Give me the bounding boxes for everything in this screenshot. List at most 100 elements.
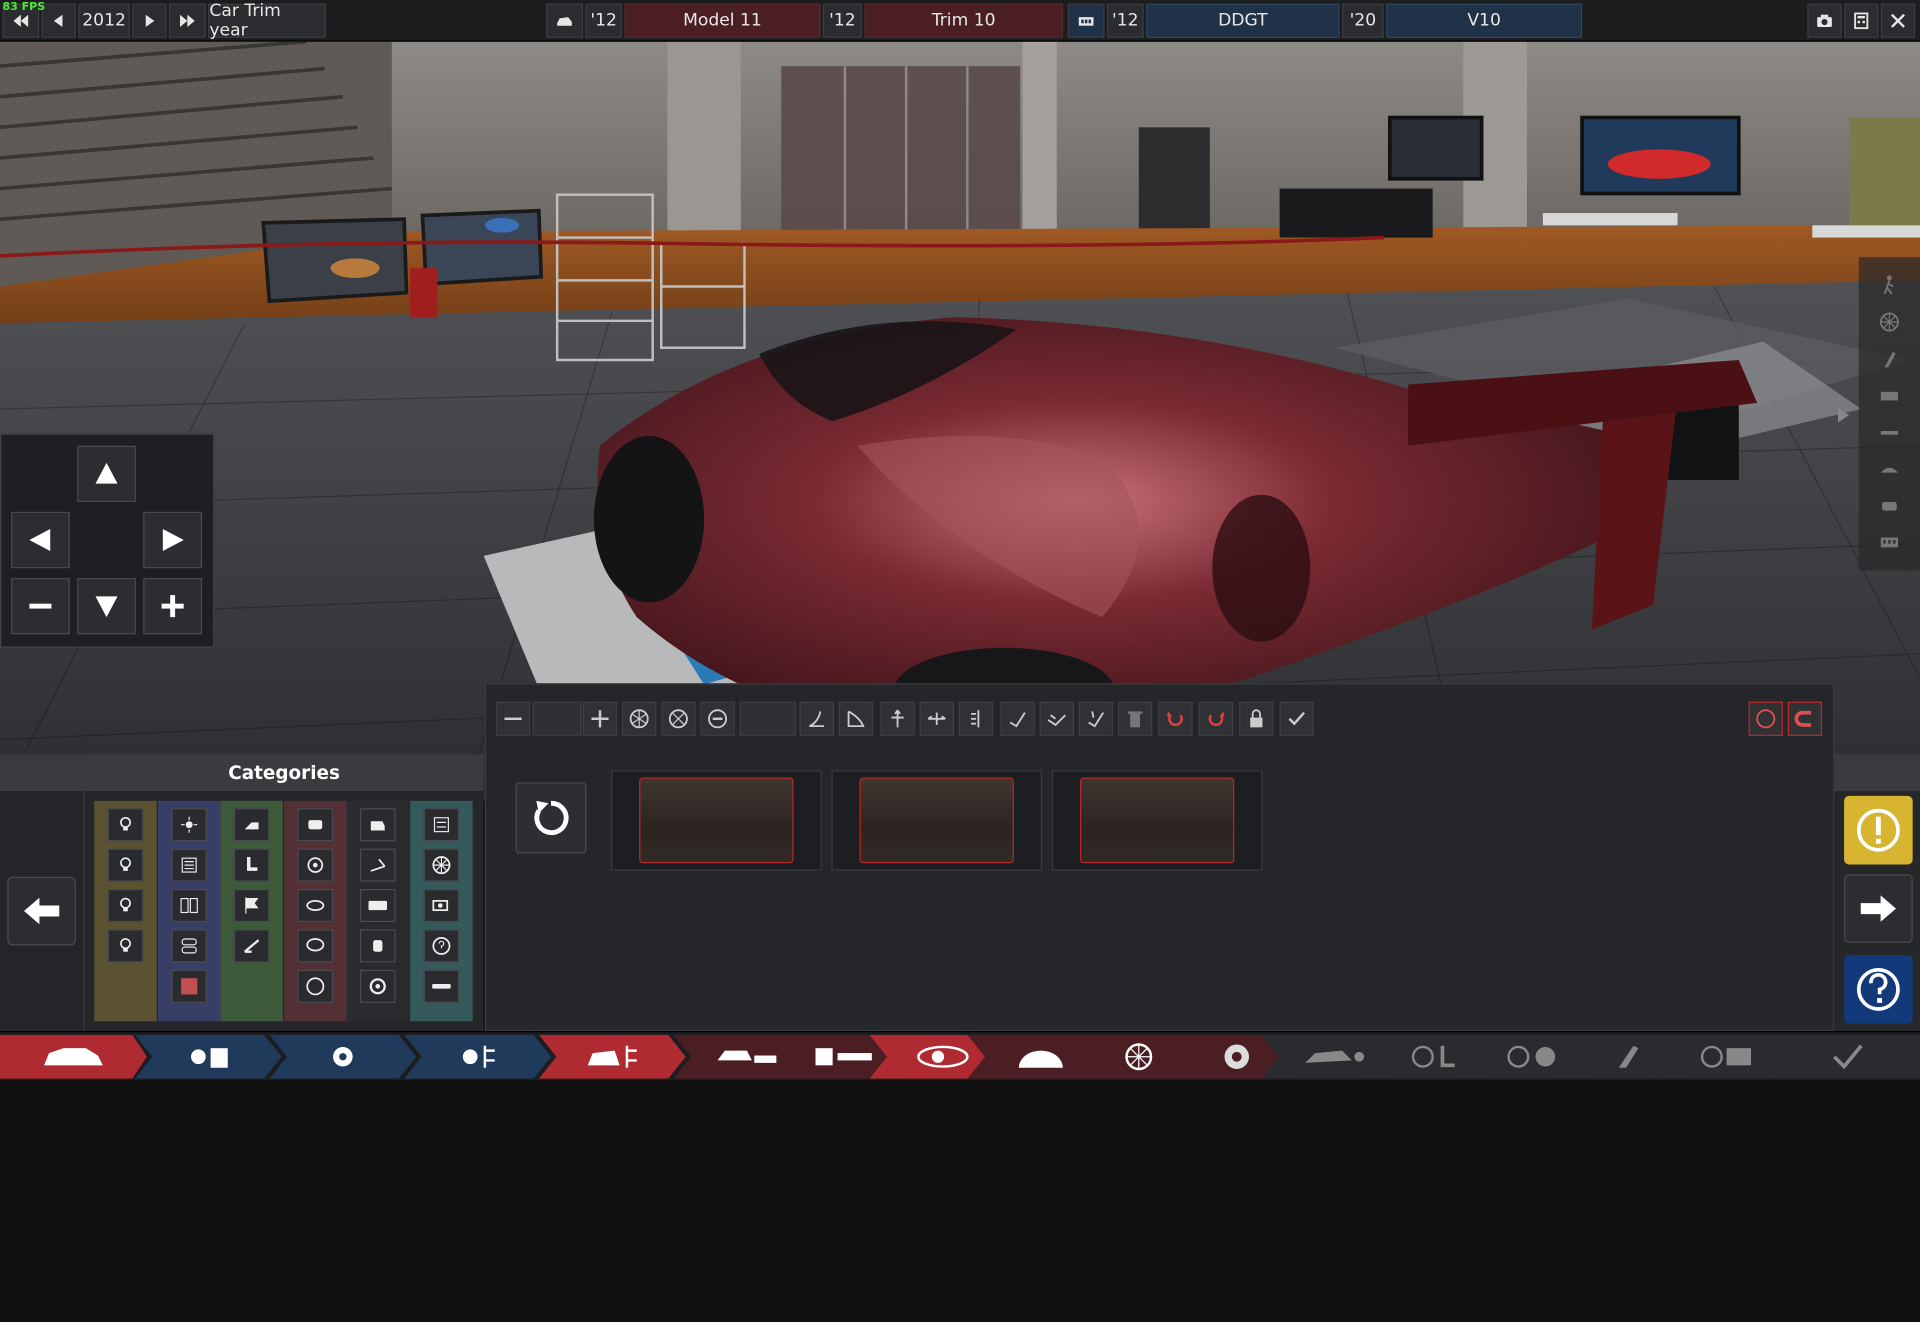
category-button[interactable] [170,848,207,882]
year-next-button[interactable] [132,3,167,38]
delete-button[interactable] [1117,701,1153,736]
right-action-column [1834,754,1920,1032]
engine-block-toggle[interactable] [1876,529,1903,556]
year-last-button[interactable] [168,3,206,38]
category-button[interactable] [107,929,144,963]
angle-button[interactable] [838,701,874,736]
category-button[interactable] [107,848,144,882]
camera-up-button[interactable] [77,445,136,503]
category-button[interactable] [296,888,333,923]
category-button[interactable] [423,888,459,923]
circle-select-button[interactable] [1748,701,1783,736]
variant-selector[interactable]: V10 [1386,3,1583,38]
category-button[interactable] [233,808,270,842]
category-button[interactable] [170,969,207,1003]
category-button[interactable] [296,848,333,882]
align-button[interactable] [958,701,994,736]
skew-button[interactable] [799,701,834,736]
magnet-button[interactable] [1787,701,1823,736]
fast-forward-icon [180,14,195,27]
mirror-button[interactable] [622,701,657,736]
category-button[interactable] [423,848,459,882]
nav-car-model[interactable] [0,1034,147,1079]
redo-button[interactable] [1198,701,1234,736]
roof-toggle[interactable] [1876,456,1903,483]
year-prev-button[interactable] [41,3,76,38]
category-button[interactable] [360,848,396,882]
category-button[interactable] [170,808,207,842]
undo-button[interactable] [1158,701,1193,736]
category-button[interactable] [423,808,459,842]
fixture-thumbnail[interactable] [1051,770,1263,871]
category-button[interactable] [233,888,270,923]
zoom-in-button[interactable] [143,577,203,635]
person-toggle[interactable] [1876,272,1903,299]
shrink-button[interactable] [495,701,531,736]
floor-toggle[interactable] [1876,419,1903,446]
rotate-z-button[interactable] [1078,701,1114,736]
reset-button[interactable] [515,782,587,854]
category-button[interactable] [296,808,333,842]
fixture-thumbnail[interactable] [831,770,1043,871]
camera-down-button[interactable] [77,577,136,635]
back-button[interactable] [7,876,76,946]
nav-engine-design[interactable] [134,1034,282,1079]
help-button[interactable] [1844,955,1913,1024]
fixture-toggle[interactable] [1876,492,1903,519]
engine-icon-button[interactable] [1067,3,1105,38]
close-button[interactable] [1880,3,1916,38]
rotate-x-button[interactable] [1000,701,1035,736]
nav-finish[interactable] [1773,1034,1920,1079]
disable-button[interactable] [661,701,696,736]
category-button[interactable] [423,969,459,1003]
category-button[interactable] [360,888,396,923]
nav-body-design[interactable] [538,1034,686,1079]
warning-button[interactable] [1844,795,1913,865]
move-vertical-button[interactable] [880,701,915,736]
nav-engine-parts[interactable] [269,1034,417,1079]
lock-button[interactable] [1239,701,1274,736]
next-button[interactable] [1844,874,1913,943]
camera-right-button[interactable] [143,511,203,569]
headlight-icon [917,1045,969,1068]
calculator-button[interactable] [1844,3,1879,38]
category-button[interactable] [170,929,207,963]
category-button[interactable] [360,969,396,1003]
model-selector[interactable]: Model 11 [624,3,821,38]
category-button[interactable] [107,808,144,842]
paint-toggle[interactable] [1876,345,1903,372]
category-button[interactable] [233,929,270,963]
nav-engine-tune[interactable] [404,1034,552,1079]
category-button[interactable] [423,929,459,963]
fixture-thumbnail[interactable] [611,770,822,871]
center-button[interactable] [700,701,735,736]
category-button[interactable] [360,929,396,963]
camera-left-button[interactable] [11,511,70,569]
confirm-button[interactable] [1279,701,1314,736]
category-button[interactable] [107,888,144,923]
expand-arrow-icon[interactable] [1832,404,1854,426]
car-icon [44,1048,103,1066]
category-button[interactable] [233,848,270,882]
category-button[interactable] [296,929,333,963]
category-button[interactable] [360,808,396,842]
plus-icon [161,595,184,618]
bottom-navigation [0,1031,1920,1081]
engine-family-selector[interactable]: DDGT [1146,3,1340,38]
category-button[interactable] [170,888,207,923]
screenshot-button[interactable] [1807,3,1842,38]
wheel-toggle[interactable] [1876,309,1903,336]
zoom-out-button[interactable] [11,577,70,635]
plus-icon [591,710,609,728]
rotate-y-button[interactable] [1039,701,1074,736]
category-button[interactable] [296,969,333,1003]
grow-button[interactable] [582,701,618,736]
engine-toggle[interactable] [1876,382,1903,409]
angle-field[interactable] [739,701,796,736]
nav-testing[interactable] [1653,1034,1801,1079]
trim-selector[interactable]: Trim 10 [864,3,1063,38]
size-field[interactable] [532,701,582,736]
categories-title: Categories [84,754,484,792]
car-model-icon-button[interactable] [546,3,583,38]
move-horizontal-button[interactable] [919,701,954,736]
